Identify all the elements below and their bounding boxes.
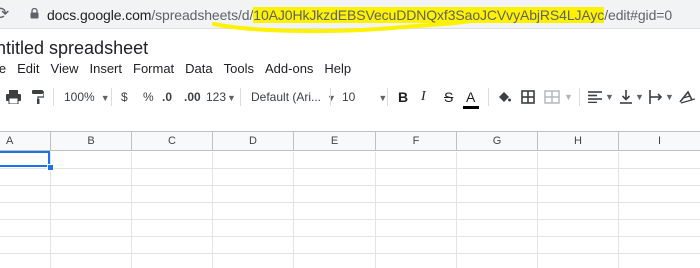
column-gridline <box>375 152 376 268</box>
font-value: Default (Ari... <box>251 90 322 104</box>
chevron-down-icon: ▼ <box>227 93 236 103</box>
menu-view[interactable]: View <box>51 61 79 77</box>
column-header-h[interactable]: H <box>538 132 619 151</box>
row-gridline <box>0 185 700 186</box>
column-gridline <box>293 152 294 268</box>
column-header-g[interactable]: G <box>457 132 538 151</box>
font-size-value: 10 <box>342 90 356 104</box>
selected-cell-a1[interactable] <box>0 151 50 167</box>
font-select[interactable]: Default (Ari... ▼ <box>251 85 336 109</box>
url-host: docs.google.com <box>47 7 152 23</box>
menu-format[interactable]: Format <box>133 61 174 77</box>
row-gridline <box>0 202 700 203</box>
column-header-i[interactable]: I <box>619 132 700 151</box>
row-gridline <box>0 168 700 169</box>
zoom-select[interactable]: 100% ▼ <box>64 85 110 109</box>
column-header-d[interactable]: D <box>213 132 294 151</box>
horizontal-align-icon[interactable] <box>588 91 602 103</box>
menu-help[interactable]: Help <box>324 61 351 77</box>
column-gridline <box>618 152 619 268</box>
toolbar-divider <box>579 88 580 106</box>
toolbar-divider <box>240 88 241 106</box>
chevron-down-icon[interactable]: ▼ <box>605 85 614 109</box>
text-color-label: A <box>466 89 476 105</box>
toolbar-divider <box>488 88 489 106</box>
borders-icon[interactable] <box>521 90 535 104</box>
merge-cells-icon[interactable] <box>544 90 560 104</box>
text-wrap-icon[interactable] <box>649 90 663 104</box>
toolbar: 100% ▼ $ % .0 .00 123▼ Default (Ari... ▼ 1… <box>0 85 700 109</box>
decrease-decimal-button[interactable]: .0 <box>162 85 172 109</box>
column-gridline <box>456 152 457 268</box>
column-header-a[interactable]: A <box>0 132 51 151</box>
menu-tools[interactable]: Tools <box>224 61 254 77</box>
row-gridline <box>0 236 700 237</box>
menu-bar: le Edit View Insert Format Data Tools Ad… <box>0 61 362 77</box>
toolbar-divider <box>387 88 388 106</box>
currency-button[interactable]: $ <box>121 85 128 109</box>
column-gridline <box>212 152 213 268</box>
print-icon[interactable] <box>6 90 21 104</box>
font-size-select[interactable]: 10 ▼ <box>342 85 387 109</box>
reload-icon[interactable]: ⟳ <box>0 4 9 24</box>
column-header-c[interactable]: C <box>132 132 213 151</box>
row-gridline <box>0 253 700 254</box>
fill-handle[interactable] <box>47 164 54 171</box>
highlight-scribble <box>212 20 472 34</box>
fill-color-icon[interactable] <box>497 90 511 104</box>
text-color-swatch <box>463 106 479 109</box>
sheet-grid[interactable]: A B C D E F G H I <box>0 131 700 268</box>
bold-button[interactable]: B <box>398 85 408 109</box>
paint-format-icon[interactable] <box>32 90 44 104</box>
menu-data[interactable]: Data <box>185 61 212 77</box>
chevron-down-icon: ▼ <box>378 93 388 103</box>
chevron-down-icon[interactable]: ▼ <box>635 85 644 109</box>
row-gridline <box>0 219 700 220</box>
zoom-value: 100% <box>64 90 95 104</box>
menu-addons[interactable]: Add-ons <box>265 61 313 77</box>
spreadsheet-title[interactable]: ntitled spreadsheet <box>0 37 148 59</box>
menu-file[interactable]: le <box>0 61 6 77</box>
text-rotation-icon[interactable] <box>679 90 695 104</box>
column-header-b[interactable]: B <box>51 132 132 151</box>
more-formats-button[interactable]: 123▼ <box>206 85 236 109</box>
increase-decimal-button[interactable]: .00 <box>184 85 201 109</box>
column-header-f[interactable]: F <box>376 132 457 151</box>
percent-button[interactable]: % <box>143 85 154 109</box>
italic-button[interactable]: I <box>421 85 426 109</box>
column-gridline <box>537 152 538 268</box>
lock-icon[interactable] <box>30 8 39 19</box>
chevron-down-icon: ▼ <box>327 93 336 103</box>
vertical-align-icon[interactable] <box>620 90 632 104</box>
chevron-down-icon[interactable]: ▼ <box>564 85 573 109</box>
column-header-e[interactable]: E <box>294 132 376 151</box>
url-suffix: /edit#gid=0 <box>604 7 673 23</box>
toolbar-divider <box>53 88 54 106</box>
menu-insert[interactable]: Insert <box>89 61 122 77</box>
toolbar-divider <box>111 88 112 106</box>
chevron-down-icon: ▼ <box>100 93 110 103</box>
address-bar[interactable]: ⟳ docs.google.com/spreadsheets/d/10AJ0Hk… <box>0 0 700 34</box>
column-gridline <box>131 152 132 268</box>
chevron-down-icon[interactable]: ▼ <box>665 85 674 109</box>
strikethrough-button[interactable]: S <box>444 85 453 109</box>
toolbar-divider <box>330 88 331 106</box>
menu-edit[interactable]: Edit <box>17 61 39 77</box>
more-formats-label: 123 <box>206 90 227 104</box>
